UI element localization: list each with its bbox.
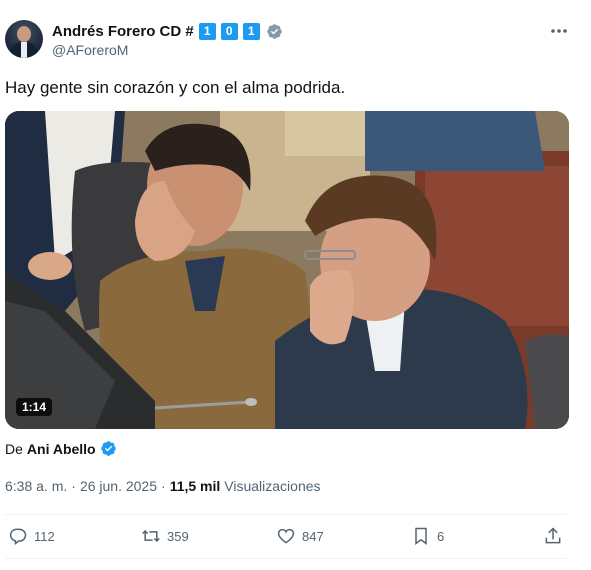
tweet-text: Hay gente sin corazón y con el alma podr…	[5, 78, 346, 97]
video-source-attribution: De Ani Abello	[5, 440, 117, 457]
share-button[interactable]	[543, 526, 563, 546]
author-handle[interactable]: @AForeroM	[52, 42, 128, 58]
bookmark-button[interactable]: 6	[411, 526, 444, 546]
views-label: Visualizaciones	[224, 478, 321, 494]
number-box-3: 1	[242, 22, 260, 40]
like-button[interactable]: 847	[276, 526, 324, 546]
tweet-meta: 6:38 a. m. · 26 jun. 2025 · 11,5 mil Vis…	[5, 478, 321, 494]
avatar[interactable]	[5, 20, 43, 58]
repost-button[interactable]: 359	[141, 526, 189, 546]
repost-count: 359	[167, 528, 189, 544]
bookmark-count: 6	[437, 528, 445, 544]
number-box-2: 0	[220, 22, 238, 40]
author-display-name[interactable]: Andrés Forero CD #	[52, 23, 194, 40]
gray-verified-icon[interactable]	[266, 23, 283, 40]
like-count: 847	[302, 528, 324, 544]
tweet-date[interactable]: 26 jun. 2025	[80, 478, 157, 494]
reply-button[interactable]: 112	[8, 526, 55, 546]
reply-count: 112	[34, 528, 55, 544]
source-prefix: De	[5, 440, 23, 457]
tweet-card: Andrés Forero CD # 1 0 1 @AForeroM Hay g…	[0, 0, 591, 570]
divider-bottom	[5, 558, 567, 559]
meta-separator: ·	[71, 478, 76, 494]
blue-verified-icon[interactable]	[100, 440, 117, 457]
action-bar: 112 359 847 6	[0, 520, 591, 554]
tweet-time[interactable]: 6:38 a. m.	[5, 478, 67, 494]
views-count: 11,5 mil	[169, 478, 221, 494]
reply-icon	[9, 528, 27, 545]
meta-separator-2: ·	[161, 478, 166, 494]
divider	[5, 514, 567, 515]
source-name[interactable]: Ani Abello	[27, 441, 96, 457]
bookmark-icon	[415, 527, 427, 545]
repost-icon	[142, 529, 160, 543]
number-box-1: 1	[198, 22, 216, 40]
share-icon	[545, 527, 561, 544]
author-name-row[interactable]: Andrés Forero CD # 1 0 1	[52, 21, 283, 41]
video-player[interactable]	[5, 111, 569, 429]
heart-icon	[277, 528, 295, 544]
video-frame	[5, 111, 569, 429]
video-duration-badge: 1:14	[16, 398, 53, 416]
more-options-icon[interactable]	[548, 22, 570, 40]
